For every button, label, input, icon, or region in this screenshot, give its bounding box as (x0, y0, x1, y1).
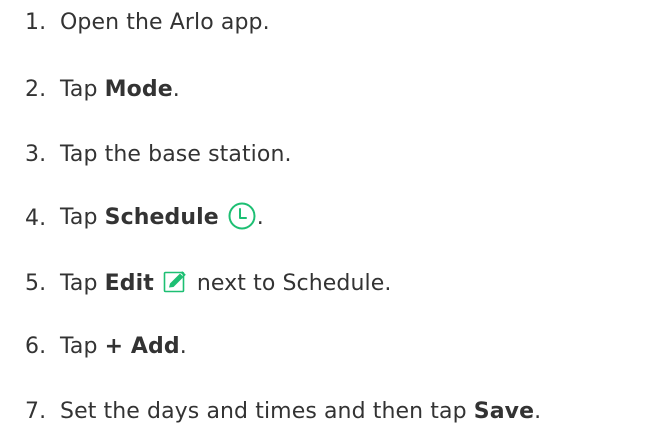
add-label: + Add (104, 333, 180, 359)
step-text: Tap + Add. (60, 334, 187, 359)
step-text-pre: Set the days and times and then tap (60, 398, 474, 424)
mode-label: Mode (104, 76, 173, 102)
step-text: Tap Mode. (60, 77, 180, 102)
step-text-post: . (534, 398, 542, 424)
step-text-pre: Tap (60, 205, 105, 230)
step-text-post: . (179, 333, 187, 359)
step-text-post: . (256, 205, 264, 230)
step-number: 7. (25, 398, 47, 424)
step-2: 2. Tap Mode. (25, 69, 180, 109)
step-text-pre: Tap (60, 76, 105, 102)
step-text-pre: Tap (60, 270, 105, 296)
edit-label: Edit (104, 270, 154, 296)
step-text: Tap Schedule. (60, 201, 264, 233)
step-text-pre: Tap (60, 333, 105, 359)
step-text: Tap the base station. (60, 141, 292, 167)
step-4: 4. Tap Schedule. (25, 198, 264, 238)
step-text-post: next to Schedule. (196, 270, 392, 296)
clock-icon (227, 201, 257, 231)
edit-icon (163, 270, 187, 294)
step-1: 1. Open the Arlo app. (25, 2, 270, 42)
step-number: 1. (25, 9, 47, 35)
step-text-post: . (172, 76, 180, 102)
step-7: 7. Set the days and times and then tap S… (25, 391, 541, 431)
step-number: 2. (25, 76, 47, 102)
step-6: 6. Tap + Add. (25, 326, 187, 366)
step-number: 4. (25, 205, 47, 231)
step-text: Set the days and times and then tap Save… (60, 399, 541, 424)
step-text: Open the Arlo app. (60, 9, 270, 35)
step-number: 5. (25, 270, 47, 296)
step-3: 3. Tap the base station. (25, 134, 292, 174)
schedule-label: Schedule (104, 205, 219, 230)
step-text: Tap Edit next to Schedule. (60, 271, 391, 296)
save-label: Save (473, 398, 535, 424)
step-number: 3. (25, 141, 47, 167)
step-5: 5. Tap Edit next to Schedule. (25, 263, 391, 303)
step-number: 6. (25, 333, 47, 359)
